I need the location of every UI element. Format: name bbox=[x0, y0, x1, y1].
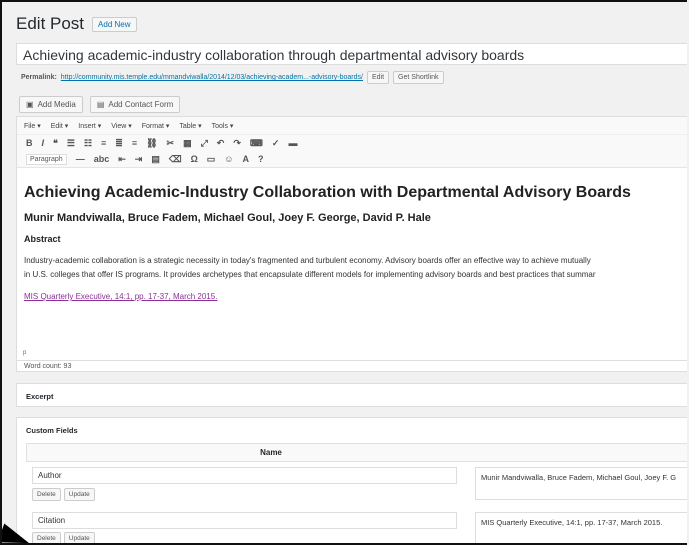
menu-view[interactable]: View ▾ bbox=[111, 122, 132, 130]
strikethrough-icon[interactable]: abc bbox=[94, 154, 110, 164]
add-new-button[interactable]: Add New bbox=[92, 16, 137, 32]
content-abstract-heading: Abstract bbox=[24, 234, 61, 244]
align-right-icon[interactable]: ≡ bbox=[132, 138, 137, 148]
element-path: p bbox=[23, 350, 27, 356]
edit-post-screen: Edit Post Add New Achieving academic-ind… bbox=[0, 0, 687, 545]
add-media-label: Add Media bbox=[37, 100, 76, 109]
custom-field-value-citation[interactable]: MIS Quarterly Executive, 14:1, pp. 17-37… bbox=[475, 512, 687, 543]
media-icon: ▣ bbox=[26, 100, 34, 109]
excerpt-box[interactable]: Excerpt bbox=[16, 383, 687, 407]
undo-icon[interactable]: ↶ bbox=[217, 138, 225, 149]
add-contact-form-label: Add Contact Form bbox=[108, 100, 174, 109]
editor-menubar: File ▾ Edit ▾ Insert ▾ View ▾ Format ▾ T… bbox=[17, 117, 687, 135]
delete-button[interactable]: Delete bbox=[32, 532, 61, 543]
unlink-icon[interactable]: ✂ bbox=[167, 138, 175, 149]
editor-content[interactable]: Achieving Academic-Industry Collaboratio… bbox=[17, 168, 687, 314]
numbered-list-icon[interactable]: ☷ bbox=[84, 138, 92, 149]
format-select[interactable]: Paragraph bbox=[26, 153, 67, 165]
redo-icon[interactable]: ↷ bbox=[233, 138, 241, 149]
editor-toolbar-2: Paragraph — abc ⇤ ⇥ ▤ ⌫ Ω ▭ ☺ A ? bbox=[17, 151, 687, 168]
post-editor: File ▾ Edit ▾ Insert ▾ View ▾ Format ▾ T… bbox=[16, 116, 687, 371]
indent-icon[interactable]: ⇥ bbox=[135, 154, 143, 165]
media-buttons: ▣ Add Media ▤ Add Contact Form bbox=[19, 96, 181, 113]
custom-field-actions-author: Delete Update bbox=[32, 488, 95, 501]
permalink-bar: Permalink: http://community.mis.temple.e… bbox=[21, 71, 444, 84]
excerpt-title: Excerpt bbox=[26, 392, 54, 401]
update-button[interactable]: Update bbox=[63, 532, 95, 543]
form-icon: ▤ bbox=[96, 100, 105, 109]
text-color-icon[interactable]: A bbox=[243, 154, 250, 164]
blockquote-icon[interactable]: ❝ bbox=[53, 138, 58, 149]
update-button[interactable]: Update bbox=[63, 488, 95, 501]
post-title-input[interactable]: Achieving academic-industry collaboratio… bbox=[16, 43, 687, 65]
bold-icon[interactable]: B bbox=[26, 138, 33, 148]
citation-link[interactable]: MIS Quarterly Executive, 14:1, pp. 17-37… bbox=[24, 292, 217, 301]
editor-toolbar-1: B I ❝ ☰ ☷ ≡ ≣ ≡ ⛓ ✂ ▦ ⤢ ↶ ↷ ⌨ ✓ ▬ bbox=[17, 135, 687, 151]
table-icon[interactable]: ▦ bbox=[183, 138, 192, 149]
permalink-edit-button[interactable]: Edit bbox=[366, 71, 390, 84]
page-title: Edit Post bbox=[16, 14, 85, 33]
align-center-icon[interactable]: ≣ bbox=[115, 138, 123, 149]
custom-field-name-author[interactable]: Author bbox=[32, 467, 457, 484]
delete-button[interactable]: Delete bbox=[32, 488, 61, 501]
menu-insert[interactable]: Insert ▾ bbox=[78, 122, 101, 130]
content-authors: Munir Mandviwalla, Bruce Fadem, Michael … bbox=[24, 212, 431, 224]
permalink-link[interactable]: http://community.mis.temple.edu/mmandviw… bbox=[61, 74, 363, 81]
content-paragraph-2: in U.S. colleges that offer IS programs.… bbox=[24, 270, 596, 279]
horizontal-line-icon[interactable]: — bbox=[76, 154, 85, 164]
bullet-list-icon[interactable]: ☰ bbox=[67, 138, 75, 149]
keyboard-icon[interactable]: ⌨ bbox=[250, 138, 263, 149]
custom-field-value-author[interactable]: Munir Mandviwalla, Bruce Fadem, Michael … bbox=[475, 467, 687, 500]
word-count: Word count: 93 bbox=[16, 360, 687, 372]
emoticon-icon[interactable]: ☺ bbox=[224, 154, 233, 164]
page-header: Edit Post Add New bbox=[16, 14, 137, 34]
custom-fields-title: Custom Fields bbox=[26, 426, 78, 435]
align-left-icon[interactable]: ≡ bbox=[101, 138, 106, 148]
get-shortlink-button[interactable]: Get Shortlink bbox=[393, 71, 444, 84]
paste-text-icon[interactable]: ▤ bbox=[151, 154, 160, 165]
menu-file[interactable]: File ▾ bbox=[24, 122, 41, 130]
italic-icon[interactable]: I bbox=[42, 138, 45, 148]
custom-field-name-citation[interactable]: Citation bbox=[32, 512, 457, 529]
outdent-icon[interactable]: ⇤ bbox=[118, 154, 126, 165]
special-char-icon[interactable]: Ω bbox=[191, 154, 198, 164]
clear-format-icon[interactable]: ⌫ bbox=[169, 154, 182, 165]
toolbar-toggle-icon[interactable]: ▬ bbox=[288, 138, 297, 148]
menu-format[interactable]: Format ▾ bbox=[142, 122, 170, 130]
permalink-label: Permalink: bbox=[21, 74, 57, 81]
fullscreen-icon[interactable]: ⤢ bbox=[201, 138, 208, 149]
content-heading: Achieving Academic-Industry Collaboratio… bbox=[24, 184, 631, 201]
menu-table[interactable]: Table ▾ bbox=[179, 122, 201, 130]
menu-tools[interactable]: Tools ▾ bbox=[212, 122, 234, 130]
link-icon[interactable]: ⛓ bbox=[146, 138, 157, 149]
spellcheck-icon[interactable]: ✓ bbox=[272, 138, 280, 149]
insert-icon[interactable]: ▭ bbox=[207, 154, 216, 165]
custom-fields-name-header: Name bbox=[26, 443, 687, 462]
content-paragraph-1: Industry-academic collaboration is a str… bbox=[24, 256, 591, 265]
menu-edit[interactable]: Edit ▾ bbox=[51, 122, 69, 130]
custom-field-actions-citation: Delete Update bbox=[32, 532, 95, 543]
add-contact-form-button[interactable]: ▤ Add Contact Form bbox=[89, 96, 181, 113]
help-icon[interactable]: ? bbox=[258, 154, 264, 164]
add-media-button[interactable]: ▣ Add Media bbox=[19, 96, 83, 113]
